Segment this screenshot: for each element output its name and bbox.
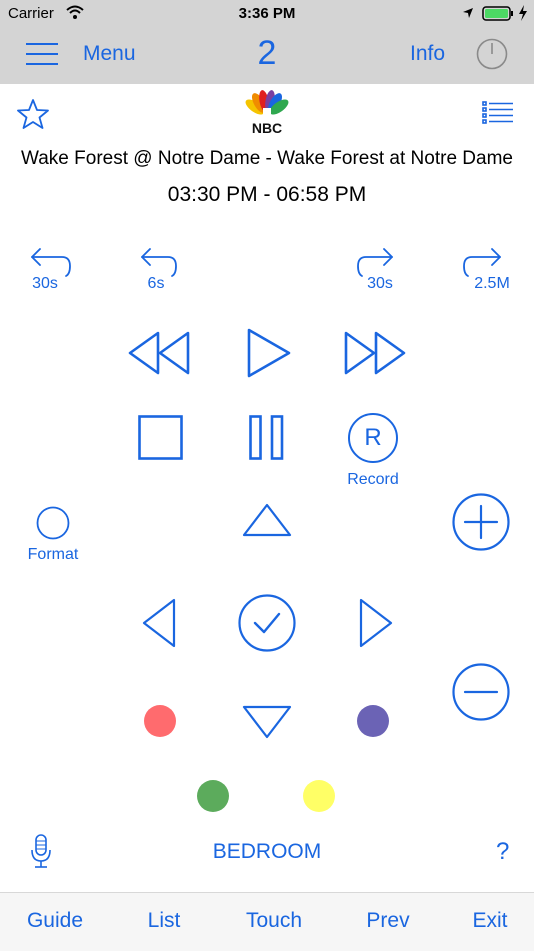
room-selector[interactable]: BEDROOM: [0, 840, 534, 864]
star-icon[interactable]: [17, 98, 49, 130]
skip-forward-30-label: 30s: [367, 275, 393, 292]
tab-touch[interactable]: Touch: [236, 909, 312, 933]
purple-dot: [357, 705, 389, 737]
right-button[interactable]: [359, 598, 393, 648]
bottom-tab-bar: Guide List Touch Prev Exit: [0, 892, 534, 951]
channel-number: 2: [257, 34, 277, 72]
yellow-button[interactable]: [303, 780, 337, 814]
up-arrow-icon: [242, 503, 292, 537]
rewind-icon: [128, 331, 190, 375]
pause-icon: [249, 415, 284, 460]
down-arrow-icon: [242, 705, 292, 739]
network-logo-text: NBC: [251, 120, 283, 136]
record-label: Record: [347, 471, 399, 488]
fast-forward-button[interactable]: [344, 330, 406, 376]
status-bar: Carrier 3:36 PM: [0, 0, 534, 28]
green-dot: [197, 780, 229, 812]
format-label: Format: [27, 546, 79, 563]
record-letter: R: [364, 424, 382, 451]
purple-button[interactable]: [357, 705, 391, 739]
network-logo: NBC: [244, 90, 290, 136]
help-button[interactable]: ?: [496, 838, 509, 866]
skip-back-30-button[interactable]: 30s: [22, 246, 72, 296]
power-icon[interactable]: [476, 38, 508, 70]
tab-exit[interactable]: Exit: [462, 909, 518, 933]
program-time-range: 03:30 PM - 06:58 PM: [167, 183, 367, 206]
play-button[interactable]: [246, 328, 292, 378]
tab-list[interactable]: List: [134, 909, 194, 933]
format-circle-icon: [36, 506, 70, 540]
skip-back-6-label: 6s: [147, 275, 165, 292]
yellow-dot: [303, 780, 335, 812]
info-button[interactable]: Info: [410, 42, 445, 66]
tab-guide[interactable]: Guide: [20, 909, 90, 933]
battery-icon: [482, 6, 516, 22]
charging-bolt-icon: [518, 5, 528, 21]
green-button[interactable]: [197, 780, 231, 814]
skip-forward-2-5m-label: 2.5M: [474, 275, 510, 292]
list-icon[interactable]: [482, 100, 514, 126]
minus-circle-icon: [452, 663, 510, 721]
curved-arrow-right-icon: [357, 248, 393, 277]
plus-circle-icon: [452, 493, 510, 551]
red-button[interactable]: [144, 705, 178, 739]
left-arrow-icon: [142, 598, 176, 648]
rewind-button[interactable]: [128, 330, 190, 376]
curved-arrow-left-icon: [141, 248, 177, 277]
pause-button[interactable]: [249, 415, 285, 461]
stop-icon: [138, 415, 183, 460]
ok-button[interactable]: [237, 594, 297, 654]
clock: 3:36 PM: [238, 5, 296, 22]
volume-up-button[interactable]: [451, 493, 511, 553]
down-button[interactable]: [242, 705, 292, 739]
fast-forward-icon: [344, 331, 406, 375]
format-button[interactable]: Format: [20, 506, 86, 566]
top-nav-bar: Menu 2 Info: [0, 28, 534, 84]
up-button[interactable]: [242, 503, 292, 537]
volume-down-button[interactable]: [451, 663, 511, 723]
curved-arrow-right-icon: [463, 248, 501, 277]
right-arrow-icon: [359, 598, 393, 648]
program-title: Wake Forest @ Notre Dame - Wake Forest a…: [21, 148, 513, 169]
checkmark-circle-icon: [238, 594, 296, 652]
skip-forward-2-5m-button[interactable]: 2.5M: [458, 246, 518, 296]
record-button[interactable]: R Record: [340, 412, 406, 492]
location-arrow-icon: [462, 7, 474, 19]
play-icon: [247, 328, 291, 378]
left-button[interactable]: [142, 598, 176, 648]
skip-forward-30-button[interactable]: 30s: [352, 246, 402, 296]
skip-back-6-button[interactable]: 6s: [132, 246, 182, 296]
red-dot: [144, 705, 176, 737]
tab-prev[interactable]: Prev: [358, 909, 418, 933]
stop-button[interactable]: [138, 415, 184, 461]
peacock-icon: [245, 90, 289, 122]
skip-back-30-label: 30s: [32, 275, 58, 292]
curved-arrow-left-icon: [31, 248, 71, 277]
